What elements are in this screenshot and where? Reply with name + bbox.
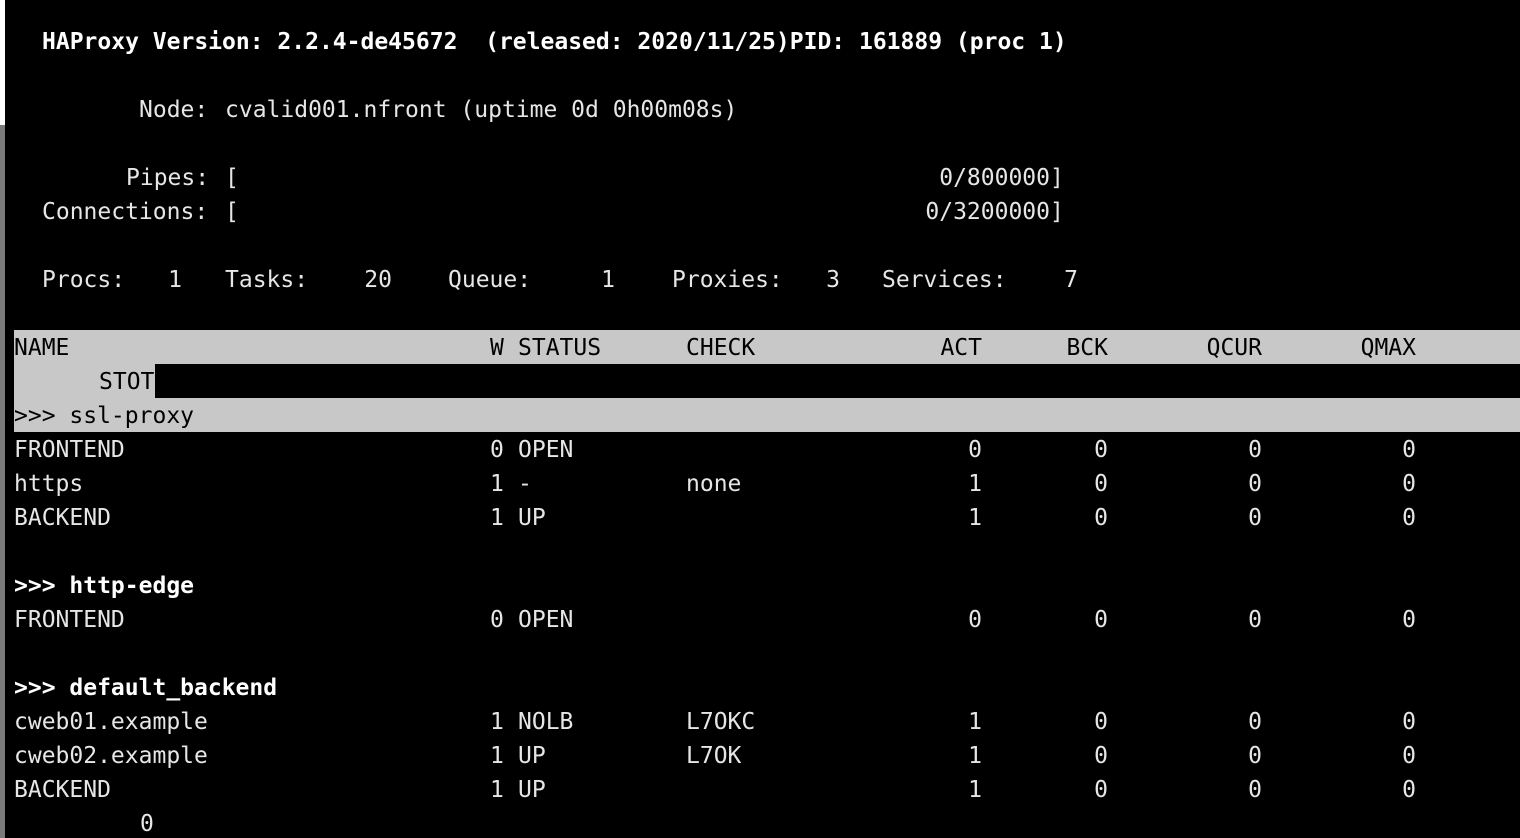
row-qmax: 0: [1402, 505, 1416, 531]
column-header-bar: [14, 330, 1520, 364]
row-status: OPEN: [518, 437, 574, 463]
column-qcur[interactable]: QCUR: [1170, 331, 1262, 365]
column-w[interactable]: W: [490, 331, 504, 365]
procs-value: 1: [168, 267, 182, 293]
row-bck: 0: [1094, 777, 1108, 803]
group-title-ssl-proxy: >>> ssl-proxy: [14, 403, 195, 429]
row-act: 0: [968, 437, 982, 463]
proxies-label: Proxies:: [672, 267, 783, 293]
row-name: cweb01.example: [14, 709, 208, 735]
group-title-default-backend: >>> default_backend: [14, 675, 278, 701]
queue-label: Queue:: [448, 267, 532, 293]
row-qmax: 0: [1402, 709, 1416, 735]
column-act[interactable]: ACT: [900, 331, 982, 365]
row-w: 1: [490, 505, 504, 531]
row-bck: 0: [1094, 437, 1108, 463]
pipes-bracket-close: ]: [1050, 165, 1064, 191]
row-act: 0: [968, 607, 982, 633]
row-qcur: 0: [1248, 709, 1262, 735]
row-w: 1: [490, 777, 504, 803]
row-status: -: [518, 471, 532, 497]
row-qmax: 0: [1402, 437, 1416, 463]
connections-bracket-close: ]: [1050, 199, 1064, 225]
stot-value: 0: [140, 811, 154, 837]
row-act: 1: [968, 709, 982, 735]
row-name: BACKEND: [14, 505, 111, 531]
row-act: 1: [968, 505, 982, 531]
row-bck: 0: [1094, 709, 1108, 735]
row-check: L7OKC: [686, 709, 756, 735]
column-check[interactable]: CHECK: [686, 331, 755, 365]
row-act: 1: [968, 743, 982, 769]
row-name: cweb02.example: [14, 743, 208, 769]
connections-label: Connections:: [42, 199, 209, 225]
row-w: 1: [490, 743, 504, 769]
services-value: 7: [1064, 267, 1078, 293]
row-status: OPEN: [518, 607, 574, 633]
row-act: 1: [968, 777, 982, 803]
row-status: UP: [518, 777, 546, 803]
row-status: UP: [518, 505, 546, 531]
connections-bracket-open: [: [225, 199, 239, 225]
row-qcur: 0: [1248, 777, 1262, 803]
queue-value: 1: [601, 267, 615, 293]
group-title-http-edge: >>> http-edge: [14, 573, 195, 599]
column-bck[interactable]: BCK: [1030, 331, 1108, 365]
row-status: UP: [518, 743, 546, 769]
row-qcur: 0: [1248, 743, 1262, 769]
window-edge-lower: [0, 125, 5, 838]
row-bck: 0: [1094, 743, 1108, 769]
row-qcur: 0: [1248, 607, 1262, 633]
row-w: 1: [490, 709, 504, 735]
row-bck: 0: [1094, 505, 1108, 531]
connections-value: 0/3200000: [925, 199, 1050, 225]
row-name: FRONTEND: [14, 607, 125, 633]
row-check: none: [686, 471, 742, 497]
column-status[interactable]: STATUS: [518, 331, 601, 365]
column-stot[interactable]: STOT: [99, 365, 154, 399]
row-w: 0: [490, 437, 504, 463]
row-w: 1: [490, 471, 504, 497]
pipes-value: 0/800000: [939, 165, 1050, 191]
row-name: BACKEND: [14, 777, 111, 803]
node-value: cvalid001.nfront (uptime 0d 0h00m08s): [225, 97, 738, 123]
node-label: Node:: [139, 97, 209, 123]
row-w: 0: [490, 607, 504, 633]
tasks-value: 20: [364, 267, 392, 293]
row-name: FRONTEND: [14, 437, 125, 463]
row-check: L7OK: [686, 743, 742, 769]
row-qmax: 0: [1402, 471, 1416, 497]
row-qcur: 0: [1248, 505, 1262, 531]
row-qmax: 0: [1402, 607, 1416, 633]
pipes-label: Pipes:: [126, 165, 210, 191]
row-bck: 0: [1094, 471, 1108, 497]
column-name[interactable]: NAME: [14, 331, 69, 365]
tasks-label: Tasks:: [225, 267, 309, 293]
services-label: Services:: [882, 267, 1007, 293]
row-bck: 0: [1094, 607, 1108, 633]
row-qcur: 0: [1248, 437, 1262, 463]
row-name: https: [14, 471, 84, 497]
row-qmax: 0: [1402, 777, 1416, 803]
procs-label: Procs:: [42, 267, 126, 293]
row-status: NOLB: [518, 709, 574, 735]
column-qmax[interactable]: QMAX: [1320, 331, 1416, 365]
version-line: HAProxy Version: 2.2.4-de45672 (released…: [42, 29, 1067, 55]
row-act: 1: [968, 471, 982, 497]
terminal-window[interactable]: HAProxy Version: 2.2.4-de45672 (released…: [0, 0, 1520, 838]
group-header-bar: [14, 398, 1520, 432]
proxies-value: 3: [826, 267, 840, 293]
pipes-bracket-open: [: [225, 165, 239, 191]
row-qcur: 0: [1248, 471, 1262, 497]
row-qmax: 0: [1402, 743, 1416, 769]
